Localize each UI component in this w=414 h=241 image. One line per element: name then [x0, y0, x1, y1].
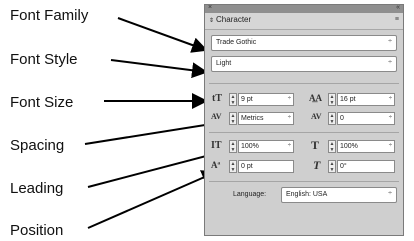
vertical-scale-field[interactable]: 100% ÷: [238, 140, 294, 153]
dropdown-arrow-icon: ÷: [388, 38, 392, 45]
arrow-position: [87, 170, 218, 229]
collapse-icon[interactable]: «: [396, 4, 400, 11]
chevron-down-icon: ÷: [287, 96, 291, 102]
vertical-scale-stepper[interactable]: ▲ ▼: [229, 140, 237, 153]
tab-arrows-icon: ⇕: [209, 18, 215, 24]
character-panel: × « ⇕ Character ≡ Trade Gothic ÷ Light ÷ …: [204, 4, 404, 236]
tracking-icon: AV: [311, 112, 322, 121]
leading-stepper[interactable]: ▲ ▼: [328, 93, 336, 106]
chevron-down-icon: ÷: [388, 115, 392, 121]
chevron-down-icon: ÷: [388, 96, 392, 102]
font-style-select[interactable]: Light ÷: [211, 56, 397, 72]
leading-icon: A͟A: [309, 93, 322, 103]
baseline-shift-stepper[interactable]: ▲ ▼: [229, 160, 237, 173]
language-value: English: USA: [286, 191, 328, 198]
close-icon[interactable]: ×: [208, 4, 212, 11]
font-family-value: Trade Gothic: [216, 39, 257, 46]
horizontal-scale-field[interactable]: 100% ÷: [337, 140, 395, 153]
font-size-stepper[interactable]: ▲ ▼: [229, 93, 237, 106]
arrow-font-style: [110, 59, 208, 79]
divider: [209, 181, 399, 182]
horizontal-scale-stepper[interactable]: ▲ ▼: [328, 140, 336, 153]
dropdown-arrow-icon: ÷: [388, 59, 392, 66]
kerning-stepper[interactable]: ▲ ▼: [229, 112, 237, 125]
panel-menu-icon[interactable]: ≡: [395, 16, 399, 23]
font-size-field[interactable]: 9 pt ÷: [238, 93, 294, 106]
horizontal-scale-icon: T: [311, 138, 320, 152]
font-family-select[interactable]: Trade Gothic ÷: [211, 35, 397, 51]
kerning-icon: AV: [211, 112, 222, 121]
tracking-field[interactable]: 0 ÷: [337, 112, 395, 125]
kerning-field[interactable]: Metrics ÷: [238, 112, 294, 125]
skew-field[interactable]: 0°: [337, 160, 395, 173]
skew-icon: T: [313, 158, 321, 172]
tab-character[interactable]: ⇕ Character: [209, 15, 251, 24]
divider: [209, 132, 399, 133]
chevron-down-icon: ÷: [287, 115, 291, 121]
skew-stepper[interactable]: ▲ ▼: [328, 160, 336, 173]
arrow-font-family: [117, 17, 208, 53]
leading-field[interactable]: 16 pt ÷: [337, 93, 395, 106]
baseline-shift-icon: Aª: [211, 160, 221, 170]
language-select[interactable]: English: USA ÷: [281, 187, 397, 203]
font-size-icon: tT: [212, 93, 222, 104]
divider: [209, 83, 399, 84]
panel-title-bar[interactable]: × «: [205, 4, 403, 13]
tab-character-label: Character: [216, 15, 252, 24]
language-label: Language:: [233, 191, 267, 198]
vertical-scale-icon: IT: [211, 140, 222, 151]
dropdown-arrow-icon: ÷: [388, 190, 392, 197]
chevron-down-icon: ÷: [287, 143, 291, 149]
baseline-shift-field[interactable]: 0 pt: [238, 160, 294, 173]
chevron-down-icon: ÷: [388, 143, 392, 149]
tracking-stepper[interactable]: ▲ ▼: [328, 112, 336, 125]
font-style-value: Light: [216, 60, 232, 67]
panel-tab-row: ⇕ Character ≡: [205, 13, 403, 30]
